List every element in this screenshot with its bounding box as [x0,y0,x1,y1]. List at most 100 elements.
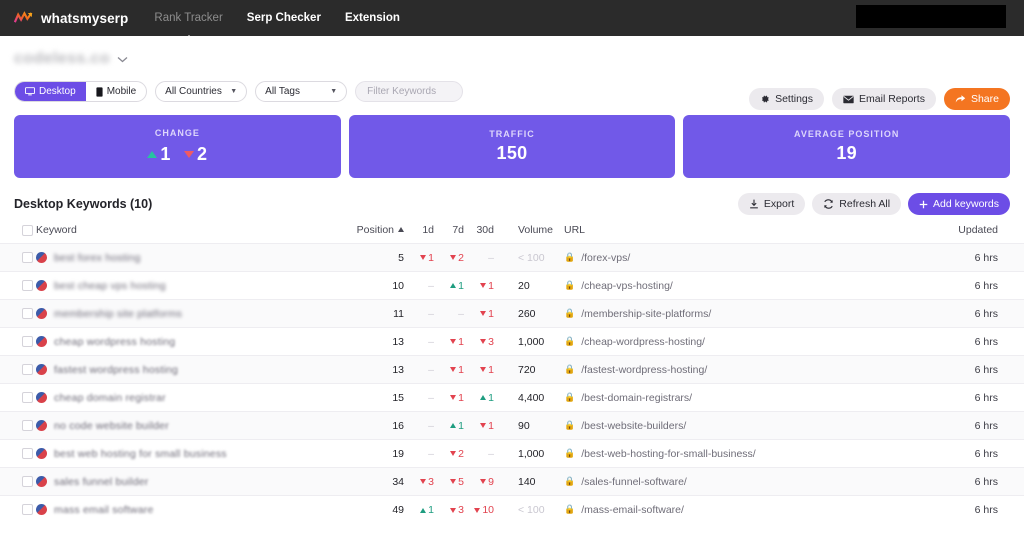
url-text[interactable]: /sales-funnel-software/ [581,476,687,488]
updated-value: 6 hrs [975,448,998,460]
no-change-dash: – [428,280,434,292]
delta-7d-cell: 2 [434,244,464,272]
table-row[interactable]: best web hosting for small business19–2–… [0,440,1024,468]
export-button[interactable]: Export [738,193,805,215]
country-flag-icon [36,336,47,347]
row-checkbox[interactable] [22,476,33,487]
table-row[interactable]: fastest wordpress hosting13–11720🔒/faste… [0,356,1024,384]
row-checkbox[interactable] [22,364,33,375]
row-checkbox[interactable] [22,504,33,515]
table-row[interactable]: mass email software491310< 100🔒/mass-ema… [0,496,1024,524]
download-icon [749,199,759,209]
url-text[interactable]: /forex-vps/ [581,252,630,264]
keyword-text: best forex hosting [54,252,140,264]
column-header-position[interactable]: Position [336,224,404,244]
url-text[interactable]: /best-website-builders/ [581,420,686,432]
redacted-account-area [856,5,1006,28]
keyword-filter-input[interactable] [355,81,463,102]
keyword-cell: membership site platforms [36,300,336,328]
brand-logo[interactable]: whatsmyserp [14,11,128,26]
keyword-text: mass email software [54,504,154,516]
volume-value: 140 [518,476,536,488]
triangle-down-icon [480,423,486,428]
updated-value: 6 hrs [975,252,998,264]
updated-cell: 6 hrs [904,496,1024,524]
triangle-down-icon [480,367,486,372]
stat-card-average-position: AVERAGE POSITION 19 [683,115,1010,178]
delta-1d-cell: – [404,384,434,412]
tags-select[interactable]: All Tags ▼ [255,81,347,102]
updated-value: 6 hrs [975,392,998,404]
stat-card-change-label: CHANGE [155,128,200,138]
table-row[interactable]: cheap domain registrar15–114,400🔒/best-d… [0,384,1024,412]
delta-1d-cell: – [404,440,434,468]
table-row[interactable]: cheap wordpress hosting13–131,000🔒/cheap… [0,328,1024,356]
share-button[interactable]: Share [944,88,1010,110]
table-row[interactable]: best forex hosting512–< 100🔒/forex-vps/6… [0,244,1024,272]
table-row[interactable]: best cheap vps hosting10–1120🔒/cheap-vps… [0,272,1024,300]
row-select-cell [0,328,36,356]
url-text[interactable]: /best-domain-registrars/ [581,392,692,404]
table-row[interactable]: no code website builder16–1190🔒/best-web… [0,412,1024,440]
triangle-down-icon [480,339,486,344]
site-selector[interactable]: codeless.co [14,50,1010,68]
column-header-7d[interactable]: 7d [434,224,464,244]
volume-cell: 4,400 [494,384,564,412]
position-cell: 13 [336,328,404,356]
refresh-all-button[interactable]: Refresh All [812,193,901,215]
url-text[interactable]: /cheap-vps-hosting/ [581,280,673,292]
lock-icon: 🔒 [564,308,575,319]
column-header-volume[interactable]: Volume [494,224,564,244]
add-keywords-button[interactable]: Add keywords [908,193,1010,215]
volume-value: 90 [518,420,530,432]
column-header-updated[interactable]: Updated [904,224,1024,244]
column-header-1d[interactable]: 1d [404,224,434,244]
lock-icon: 🔒 [564,280,575,291]
refresh-icon [823,199,834,209]
column-header-url[interactable]: URL [564,224,904,244]
row-checkbox[interactable] [22,448,33,459]
row-select-cell [0,440,36,468]
volume-cell: 1,000 [494,328,564,356]
table-row[interactable]: sales funnel builder34359140🔒/sales-funn… [0,468,1024,496]
nav-link-extension[interactable]: Extension [345,12,400,24]
updated-value: 6 hrs [975,336,998,348]
delta-7d-cell-value: 2 [450,448,464,460]
lock-icon: 🔒 [564,448,575,459]
url-text[interactable]: /membership-site-platforms/ [581,308,711,320]
url-text[interactable]: /cheap-wordpress-hosting/ [581,336,705,348]
no-change-dash: – [428,392,434,404]
url-cell: 🔒/best-website-builders/ [564,412,904,440]
chevron-down-icon[interactable] [117,56,128,63]
keywords-table: Keyword Position 1d 7d 30d Volume URL Up… [0,224,1024,524]
table-row[interactable]: membership site platforms11––1260🔒/membe… [0,300,1024,328]
delta-30d-cell-value: 10 [474,504,494,516]
delta-7d-cell: 2 [434,440,464,468]
select-all-checkbox[interactable] [22,225,33,236]
nav-link-rank-tracker[interactable]: Rank Tracker [154,12,222,24]
settings-button[interactable]: Settings [749,88,824,110]
nav-link-serp-checker[interactable]: Serp Checker [247,12,321,24]
stat-card-traffic: TRAFFIC 150 [349,115,676,178]
column-header-keyword[interactable]: Keyword [36,224,336,244]
device-toggle-desktop[interactable]: Desktop [15,82,86,101]
device-toggle-mobile[interactable]: Mobile [86,82,146,101]
row-checkbox[interactable] [22,336,33,347]
url-text[interactable]: /fastest-wordpress-hosting/ [581,364,707,376]
row-checkbox[interactable] [22,420,33,431]
row-checkbox[interactable] [22,280,33,291]
column-header-30d[interactable]: 30d [464,224,494,244]
volume-cell: < 100 [494,244,564,272]
row-select-cell [0,356,36,384]
row-checkbox[interactable] [22,252,33,263]
device-toggle-mobile-label: Mobile [107,86,136,97]
url-text[interactable]: /best-web-hosting-for-small-business/ [581,448,755,460]
countries-select[interactable]: All Countries ▼ [155,81,247,102]
email-reports-button[interactable]: Email Reports [832,88,936,110]
triangle-down-icon [450,367,456,372]
url-text[interactable]: /mass-email-software/ [581,504,684,516]
position-cell: 19 [336,440,404,468]
row-checkbox[interactable] [22,308,33,319]
row-checkbox[interactable] [22,392,33,403]
keyword-text: cheap domain registrar [54,392,166,404]
